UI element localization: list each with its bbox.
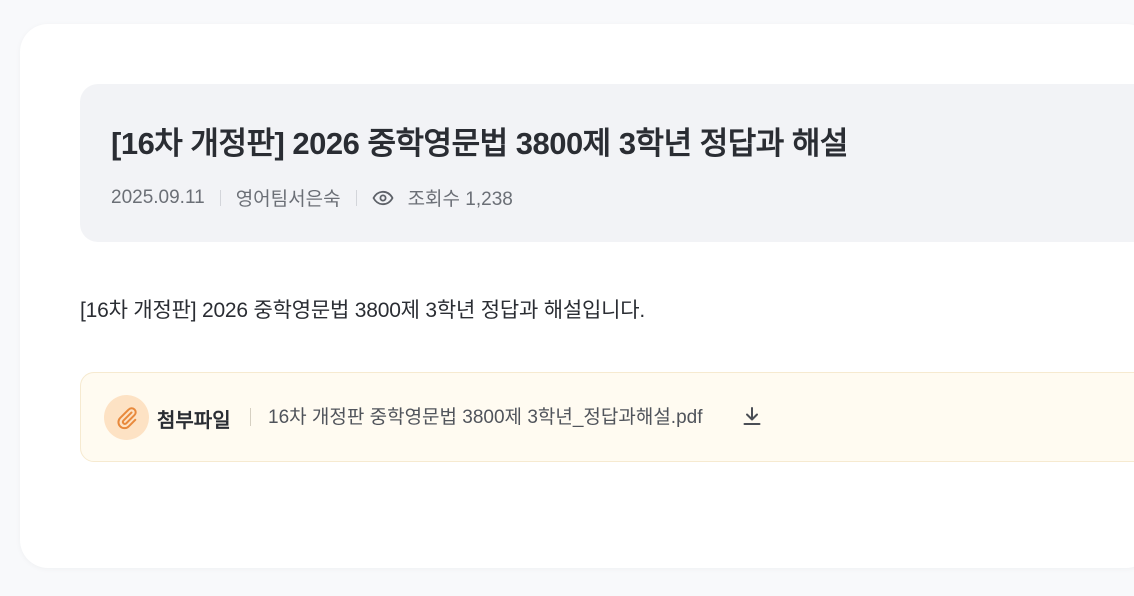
post-meta: 2025.09.11 영어팀서은숙 조회수 1,238 bbox=[111, 184, 513, 211]
post-body: [16차 개정판] 2026 중학영문법 3800제 3학년 정답과 해설입니다… bbox=[80, 299, 646, 322]
post-card: [16차 개정판] 2026 중학영문법 3800제 3학년 정답과 해설 20… bbox=[20, 24, 1134, 568]
meta-divider bbox=[355, 189, 357, 206]
attachment-box: 첨부파일 16차 개정판 중학영문법 3800제 3학년_정답과해설.pdf bbox=[80, 372, 1134, 462]
paperclip-icon bbox=[104, 395, 149, 440]
attachment-divider bbox=[250, 408, 251, 426]
post-views: 조회수 1,238 bbox=[407, 189, 513, 210]
attachment-file-link[interactable]: 16차 개정판 중학영문법 3800제 3학년_정답과해설.pdf bbox=[268, 402, 703, 429]
attachment-label: 첨부파일 bbox=[157, 410, 231, 432]
eye-icon bbox=[372, 190, 394, 206]
meta-divider bbox=[219, 189, 221, 206]
download-icon[interactable] bbox=[739, 403, 765, 429]
post-date: 2025.09.11 bbox=[111, 186, 205, 208]
post-author: 영어팀서은숙 bbox=[235, 189, 341, 210]
post-title: [16차 개정판] 2026 중학영문법 3800제 3학년 정답과 해설 bbox=[111, 126, 848, 161]
post-header: [16차 개정판] 2026 중학영문법 3800제 3학년 정답과 해설 20… bbox=[80, 84, 1134, 242]
